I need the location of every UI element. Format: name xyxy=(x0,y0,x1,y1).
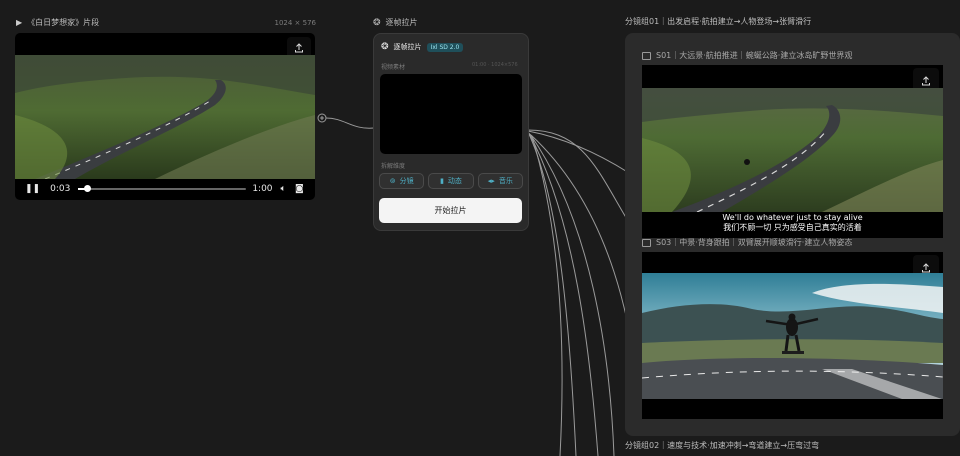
group2-title: 分镜组02｜速度与技术·加速冲刺→弯道建立→压弯过弯 xyxy=(625,441,820,450)
current-time: 0:03 xyxy=(50,184,71,194)
extract-node-header-label: 逐帧拉片 xyxy=(385,18,418,27)
scene1-label-row: S01｜大远景·航拍推进｜蜿蜒公路·建立冰岛旷野世界观 xyxy=(642,50,852,61)
extract-panel-title: 逐帧拉片 xyxy=(393,43,422,51)
source-node-header: ▶ 《白日梦想家》片段 1024 × 576 xyxy=(16,17,316,28)
camera-icon[interactable]: ◙ xyxy=(295,184,304,194)
image-icon xyxy=(642,51,651,60)
scene2-label-row: S03｜中景·背身跟拍｜双臂展开顺坡滑行·建立人物姿态 xyxy=(642,237,852,248)
music-icon: ◂▸ xyxy=(487,177,495,185)
pause-icon[interactable]: ❚❚ xyxy=(25,184,40,194)
source-resolution: 1024 × 576 xyxy=(274,18,317,27)
start-extract-button[interactable]: 开始拉片 xyxy=(379,198,522,223)
player-controls: ❚❚ 0:03 1:00 🔈︎ ◙ xyxy=(15,179,315,199)
subtitle-zh: 我们不顾一切 只为感受自己真实的活着 xyxy=(723,223,862,232)
total-time: 1:00 xyxy=(252,184,273,194)
video-material-label: 视频素材 xyxy=(381,64,406,71)
scene1-label: S01｜大远景·航拍推进｜蜿蜒公路·建立冰岛旷野世界观 xyxy=(656,51,853,60)
video-material-preview[interactable] xyxy=(380,74,522,154)
dimension-chip-row: ⊚ 分镜 ▮ 动态 ◂▸ 音乐 xyxy=(379,173,523,189)
progress-knob[interactable] xyxy=(83,185,91,192)
film-icon: ▮ xyxy=(440,177,444,185)
chip-scene[interactable]: ⊚ 分镜 xyxy=(379,173,425,189)
scene1-image xyxy=(642,88,943,212)
scene2-frame[interactable] xyxy=(642,252,943,419)
source-node-title: 《白日梦想家》片段 xyxy=(27,18,100,27)
volume-icon[interactable]: 🔈︎ xyxy=(281,184,286,194)
extract-node-header: ❂ 逐帧拉片 xyxy=(373,17,418,28)
extract-node-icon: ❂ xyxy=(373,17,381,28)
road-aerial-frame xyxy=(15,55,315,179)
extract-logo-icon: ❂ xyxy=(381,42,389,52)
scene2-image xyxy=(642,273,943,399)
scene2-label: S03｜中景·背身跟拍｜双臂展开顺坡滑行·建立人物姿态 xyxy=(656,238,853,247)
extract-panel-title-row: ❂ 逐帧拉片 Ixl SD 2.0 xyxy=(381,42,464,52)
dimension-label: 拆解维度 xyxy=(381,163,406,170)
storyboard-group-1: S01｜大远景·航拍推进｜蜿蜒公路·建立冰岛旷野世界观 We'll do wha… xyxy=(625,33,960,436)
scene1-frame[interactable]: We'll do whatever just to stay alive 我们不… xyxy=(642,65,943,238)
group1-title: 分镜组01｜出发启程·航拍建立→人物登场→张臂滑行 xyxy=(625,17,812,26)
model-badge: Ixl SD 2.0 xyxy=(426,42,464,52)
video-material-meta: 01:00 · 1024×576 xyxy=(472,62,518,68)
subtitle-en: We'll do whatever just to stay alive xyxy=(722,213,863,222)
scene-icon: ⊚ xyxy=(389,177,396,185)
source-video-player[interactable]: ❚❚ 0:03 1:00 🔈︎ ◙ xyxy=(15,33,315,200)
progress-track[interactable] xyxy=(78,185,247,192)
chip-motion[interactable]: ▮ 动态 xyxy=(428,173,474,189)
extract-panel: ❂ 逐帧拉片 Ixl SD 2.0 视频素材 01:00 · 1024×576 … xyxy=(373,33,529,231)
chip-music[interactable]: ◂▸ 音乐 xyxy=(477,173,523,189)
play-triangle-icon: ▶ xyxy=(16,18,23,27)
scene1-subtitles: We'll do whatever just to stay alive 我们不… xyxy=(642,213,943,233)
image-icon xyxy=(642,238,651,247)
